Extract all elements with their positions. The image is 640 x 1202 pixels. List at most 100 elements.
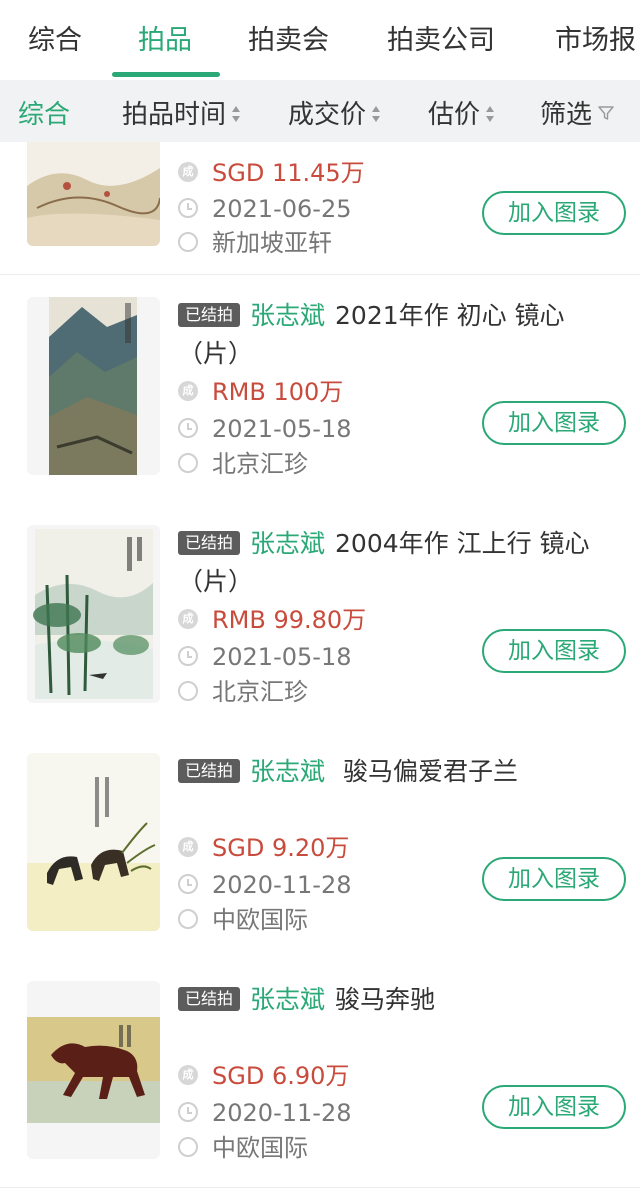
deal-price-row: 成 SGD 11.45万 <box>178 156 365 190</box>
lot-thumbnail[interactable] <box>27 297 160 475</box>
lot-list: 成 SGD 11.45万 2021-06-25 新加坡亚轩 加入图录 已结拍 张志斌… <box>0 142 640 1202</box>
date-row: 2021-05-18 <box>178 640 351 674</box>
date-row: 2020-11-28 <box>178 1096 351 1130</box>
lot-card[interactable]: 已结拍 张志斌 骏马奔驰 成 SGD 6.90万 2020-11-28 中欧国际 加入… <box>0 959 640 1188</box>
house-row: 中欧国际 <box>178 1131 308 1165</box>
horses-orchid-painting-image <box>27 753 160 931</box>
sort-arrows-icon <box>232 105 241 122</box>
artist-name[interactable]: 张志斌 <box>250 757 325 786</box>
filter-button-label: 筛选 <box>540 100 593 130</box>
deal-price-row: 成 RMB 99.80万 <box>178 603 366 637</box>
deal-price-row: 成 SGD 6.90万 <box>178 1059 349 1093</box>
lot-thumbnail[interactable] <box>27 525 160 703</box>
auction-house: 北京汇珍 <box>212 450 308 478</box>
clock-icon <box>178 1102 198 1122</box>
circle-icon <box>178 681 198 701</box>
top-tab-bar: 综合 拍品 拍卖会 拍卖公司 市场报 <box>0 0 640 80</box>
sort-arrows-icon <box>486 105 495 122</box>
add-to-catalog-button[interactable]: 加入图录 <box>482 629 626 673</box>
house-row: 北京汇珍 <box>178 675 308 709</box>
sort-time[interactable]: 拍品时间 <box>122 94 241 131</box>
auction-date: 2021-05-18 <box>212 643 352 671</box>
funnel-icon <box>598 105 614 120</box>
deal-price: SGD 6.90万 <box>212 1062 350 1090</box>
sort-estimate[interactable]: 估价 <box>428 94 495 131</box>
house-row: 中欧国际 <box>178 903 308 937</box>
auction-house: 中欧国际 <box>212 1134 308 1162</box>
circle-icon <box>178 1137 198 1157</box>
auction-date: 2021-06-25 <box>212 195 352 223</box>
mountain-painting-image <box>49 297 137 475</box>
status-badge: 已结拍 <box>178 531 241 555</box>
lot-name: 骏马奔驰 <box>335 985 436 1014</box>
date-row: 2021-05-18 <box>178 412 351 446</box>
add-to-catalog-button[interactable]: 加入图录 <box>482 857 626 901</box>
lot-card[interactable]: 成 SGD 11.45万 2021-06-25 新加坡亚轩 加入图录 <box>0 142 640 275</box>
lot-title[interactable]: 已结拍 张志斌 骏马奔驰 <box>178 981 618 1019</box>
tab-overview[interactable]: 综合 <box>28 18 82 57</box>
filter-bar: 综合 拍品时间 成交价 估价 筛选 <box>0 80 640 142</box>
sort-deal-price[interactable]: 成交价 <box>288 94 381 131</box>
price-icon: 成 <box>178 162 198 182</box>
deal-price-row: 成 RMB 100万 <box>178 375 343 409</box>
tab-auction-houses[interactable]: 拍卖公司 <box>387 18 495 57</box>
circle-icon <box>178 909 198 929</box>
clock-icon <box>178 198 198 218</box>
lot-title[interactable]: 已结拍 张志斌 2004年作 江上行 镜心（片） <box>178 525 618 601</box>
filter-button[interactable]: 筛选 <box>540 94 614 131</box>
status-badge: 已结拍 <box>178 987 241 1011</box>
house-row: 新加坡亚轩 <box>178 226 332 260</box>
lot-name: 骏马偏爱君子兰 <box>335 757 518 786</box>
lot-title[interactable]: 已结拍 张志斌 骏马偏爱君子兰 <box>178 753 618 791</box>
sort-estimate-label: 估价 <box>428 100 481 130</box>
date-row: 2020-11-28 <box>178 868 351 902</box>
auction-house: 中欧国际 <box>212 906 308 934</box>
deal-price: RMB 99.80万 <box>212 606 367 634</box>
artist-name[interactable]: 张志斌 <box>250 301 325 330</box>
clock-icon <box>178 874 198 894</box>
price-icon: 成 <box>178 609 198 629</box>
circle-icon <box>178 453 198 473</box>
active-tab-indicator <box>112 72 220 77</box>
filter-overall[interactable]: 综合 <box>18 94 70 131</box>
deal-price: SGD 11.45万 <box>212 159 365 187</box>
artist-name[interactable]: 张志斌 <box>250 529 325 558</box>
status-badge: 已结拍 <box>178 759 241 783</box>
price-icon: 成 <box>178 837 198 857</box>
tab-lots[interactable]: 拍品 <box>138 18 192 57</box>
add-to-catalog-button[interactable]: 加入图录 <box>482 191 626 235</box>
bamboo-river-painting-image <box>33 529 153 699</box>
add-to-catalog-button[interactable]: 加入图录 <box>482 1085 626 1129</box>
auction-date: 2020-11-28 <box>212 1099 352 1127</box>
clock-icon <box>178 646 198 666</box>
auction-house: 北京汇珍 <box>212 678 308 706</box>
deal-price: SGD 9.20万 <box>212 834 350 862</box>
sort-time-label: 拍品时间 <box>122 100 227 130</box>
lot-thumbnail[interactable] <box>27 753 160 931</box>
lot-card[interactable]: 已结拍 张志斌 2004年作 江上行 镜心（片） 成 RMB 99.80万 2021-… <box>0 503 640 732</box>
lot-title[interactable]: 已结拍 张志斌 2021年作 初心 镜心（片） <box>178 297 618 373</box>
date-row: 2021-06-25 <box>178 192 351 226</box>
lot-thumbnail[interactable] <box>27 981 160 1159</box>
filter-overall-label: 综合 <box>18 100 71 130</box>
status-badge: 已结拍 <box>178 303 241 327</box>
add-to-catalog-button[interactable]: 加入图录 <box>482 401 626 445</box>
auction-house: 新加坡亚轩 <box>212 229 332 257</box>
sort-arrows-icon <box>372 105 381 122</box>
galloping-horse-painting-image <box>27 1017 160 1123</box>
deal-price-row: 成 SGD 9.20万 <box>178 831 349 865</box>
landscape-painting-image <box>27 142 160 246</box>
circle-icon <box>178 232 198 252</box>
lot-card[interactable]: 已结拍 张志斌 2021年作 初心 镜心（片） 成 RMB 100万 2021-05-… <box>0 275 640 504</box>
lot-thumbnail[interactable] <box>27 142 160 246</box>
auction-date: 2021-05-18 <box>212 415 352 443</box>
clock-icon <box>178 418 198 438</box>
artist-name[interactable]: 张志斌 <box>250 985 325 1014</box>
tab-market-report[interactable]: 市场报 <box>555 18 636 57</box>
deal-price: RMB 100万 <box>212 378 344 406</box>
sort-deal-price-label: 成交价 <box>288 100 367 130</box>
tab-auctions[interactable]: 拍卖会 <box>248 18 329 57</box>
price-icon: 成 <box>178 1065 198 1085</box>
auction-date: 2020-11-28 <box>212 871 352 899</box>
lot-card[interactable]: 已结拍 张志斌 骏马偏爱君子兰 成 SGD 9.20万 2020-11-28 中欧国… <box>0 731 640 960</box>
